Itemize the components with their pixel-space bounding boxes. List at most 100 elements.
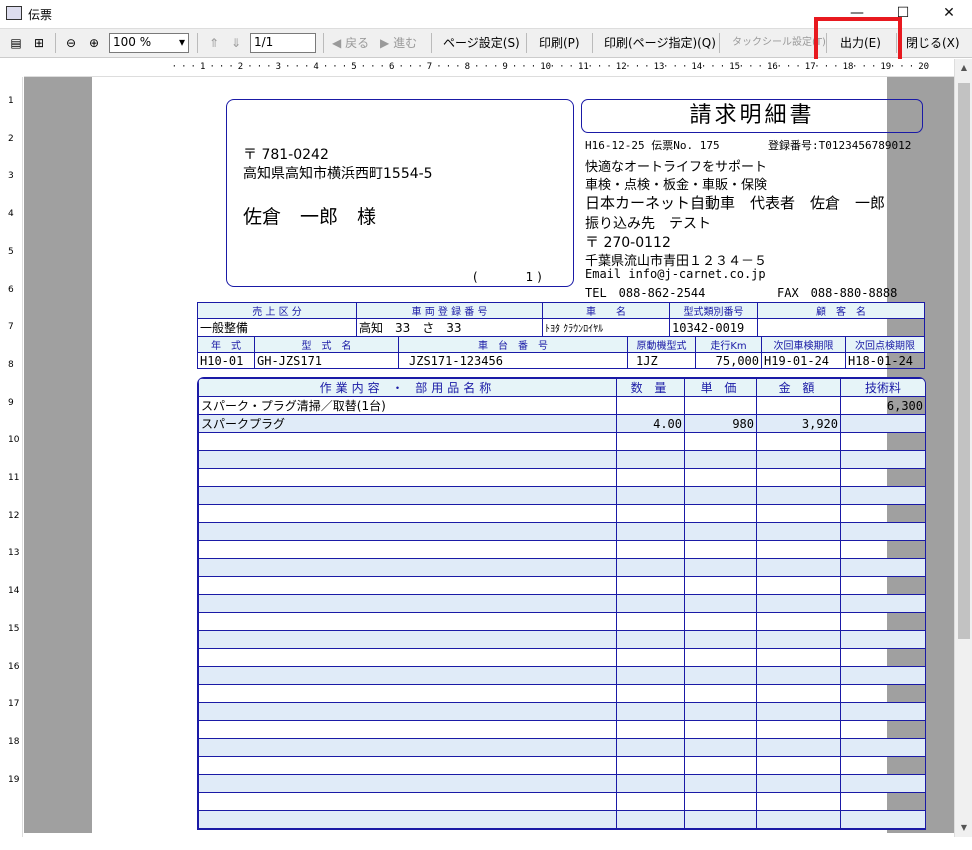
toolbar-separator [197,33,198,53]
ruler-label: 1 [200,62,206,72]
company-name: 日本カーネット自動車 代表者 佐倉 一郎 [585,194,886,212]
print-button[interactable]: 印刷(P) [539,33,580,53]
scrollbar-thumb[interactable] [958,83,970,639]
ruler-tick: · [181,62,187,72]
item-labor-fee [840,414,925,433]
empty-cell [616,522,685,541]
empty-cell [198,810,617,829]
empty-cell [840,702,925,721]
vehicle-table-1: 売 上 区 分 車 両 登 録 番 号 車 名 型式類別番号 顧 客 名 一般整… [197,302,925,337]
zoom-in-icon[interactable]: ⊕ [85,33,103,53]
empty-cell [684,450,757,469]
table-row [198,486,925,505]
print-pages-button[interactable]: 印刷(ページ指定)(Q) [604,33,716,53]
table-row [198,756,925,775]
ruler-label: 19 [8,774,20,785]
close-button[interactable]: 閉じる(X) [906,33,960,53]
scroll-up-icon[interactable]: ▲ [955,59,972,77]
forward-arrow-icon: ▶ [380,36,390,50]
empty-cell [198,504,617,523]
header-chassis-no: 車 台 番 号 [398,336,628,353]
recipient-page-number: ( 1 ) [473,270,542,284]
ruler-tick: · [719,62,726,72]
empty-cell [198,630,617,649]
multi-page-icon[interactable]: ⊞ [30,33,48,53]
zoom-select[interactable]: 100 % ▾ [109,33,189,53]
forward-button[interactable]: ▶ 進む [380,33,417,53]
ruler-tick: · [606,62,612,72]
empty-cell [616,468,685,487]
ruler-tick: · [511,62,518,72]
page-setup-button[interactable]: ページ設定(S) [443,33,520,53]
work-items-table: 作業内容 ・ 部用品名称 数 量 単 価 金 額 技術料 スパーク・プラグ清掃／… [197,377,926,830]
empty-cell [756,738,841,757]
empty-cell [840,756,925,775]
empty-cell [756,450,841,469]
date-slip-number: H16-12-25 伝票No. 175 [585,139,720,152]
empty-cell [198,612,617,631]
next-page-icon[interactable]: ⇓ [227,33,245,53]
table-row [198,540,925,559]
ruler-tick: · [785,62,792,72]
ruler-tick: · [445,62,452,72]
toolbar-separator [431,33,432,53]
company-email: Email info@j-carnet.co.jp [585,267,766,281]
empty-cell [616,576,685,595]
empty-cell [684,504,757,523]
ruler-label: 13 [8,548,20,559]
sales-category: 一般整備 [197,318,357,337]
empty-cell [756,576,841,595]
prev-page-icon[interactable]: ⇑ [205,33,223,53]
empty-cell [756,558,841,577]
empty-cell [616,594,685,613]
ruler-label: 7 [426,62,433,72]
chevron-down-icon: ▾ [178,35,185,49]
table-row [198,720,925,739]
ruler-tick: · [559,62,565,72]
table-row [198,432,925,451]
mileage: 75,000 [695,352,762,369]
empty-cell [198,432,617,451]
company-services: 車検・点検・板金・車販・保険 [585,178,768,193]
table-row: スパークプラグ 4.00 980 3,920 [198,414,925,433]
ruler-label: 14 [8,586,20,597]
ruler-tick: · [833,62,839,72]
forward-label: 進む [393,36,418,50]
empty-cell [684,756,757,775]
table-row [198,738,925,757]
header-car-name: 車 名 [542,302,670,319]
ruler-tick: · [266,62,272,72]
ruler-label: 9 [8,397,14,408]
back-button[interactable]: ◀ 戻る [332,33,369,53]
scroll-down-icon[interactable]: ▼ [955,819,972,837]
page-number-input[interactable]: 1/1 [250,33,316,53]
empty-cell [616,720,685,739]
empty-cell [616,450,685,469]
item-amount: 3,920 [756,414,841,433]
next-check: H18-01-24 [845,352,925,369]
ruler-label: 5 [8,246,14,257]
empty-cell [616,540,685,559]
close-window-button[interactable]: ✕ [926,0,972,27]
empty-cell [756,648,841,667]
tack-seal-button[interactable]: タックシール設定(T) [732,33,826,53]
empty-cell [198,522,617,541]
company-fax: FAX 088-880-8888 [777,286,898,300]
zoom-out-icon[interactable]: ⊖ [62,33,80,53]
document-title: 請求明細書 [581,99,923,133]
table-row [198,576,925,595]
empty-cell [616,558,685,577]
empty-cell [198,450,617,469]
ruler-tick: · [776,62,782,72]
header-amount: 金 額 [756,378,841,397]
empty-cell [198,576,617,595]
ruler-tick: · [285,62,291,72]
vertical-scrollbar[interactable]: ▲ ▼ [954,59,972,837]
empty-cell [616,738,685,757]
empty-cell [198,684,617,703]
empty-cell [684,432,757,451]
ruler-label: 2 [237,62,244,72]
empty-cell [684,720,757,739]
header-model-name: 型 式 名 [254,336,399,353]
single-page-icon[interactable]: ▤ [7,33,25,53]
